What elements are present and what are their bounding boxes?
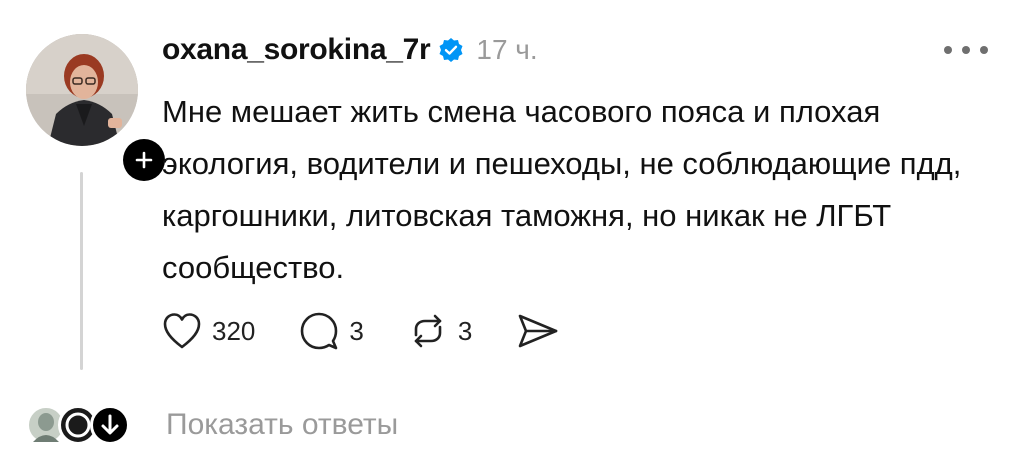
- replies-row: Показать ответы: [26, 400, 398, 450]
- chevron-down-icon: [101, 414, 119, 435]
- verified-icon: [439, 38, 463, 62]
- comment-button[interactable]: 3: [299, 311, 364, 351]
- username-link[interactable]: oxana_sorokina_7r: [162, 33, 431, 67]
- post-text: Мне мешает жить смена часового пояса и п…: [162, 94, 962, 285]
- comment-count: 3: [349, 315, 364, 346]
- like-count: 320: [212, 315, 256, 346]
- post-header: oxana_sorokina_7r 17 ч.: [162, 30, 538, 70]
- more-options-button[interactable]: [944, 40, 988, 60]
- show-replies-link[interactable]: Показать ответы: [166, 408, 398, 442]
- repost-icon: [414, 314, 442, 348]
- expand-replies-button[interactable]: [90, 405, 130, 445]
- share-button[interactable]: [516, 311, 560, 351]
- author-avatar-wrap[interactable]: [26, 34, 170, 186]
- thread-line: [80, 172, 83, 370]
- reply-avatars[interactable]: [26, 400, 136, 450]
- plus-icon: [135, 151, 153, 169]
- more-icon: [944, 46, 952, 54]
- post-time: 17 ч.: [476, 34, 538, 65]
- share-icon: [519, 314, 558, 348]
- repost-button[interactable]: 3: [408, 311, 472, 351]
- avatar[interactable]: [26, 34, 138, 146]
- like-button[interactable]: 320: [162, 312, 255, 350]
- heart-icon: [163, 313, 201, 349]
- post-actions: 320 3 3: [162, 306, 604, 356]
- repost-count: 3: [457, 315, 473, 346]
- comment-icon: [301, 312, 338, 350]
